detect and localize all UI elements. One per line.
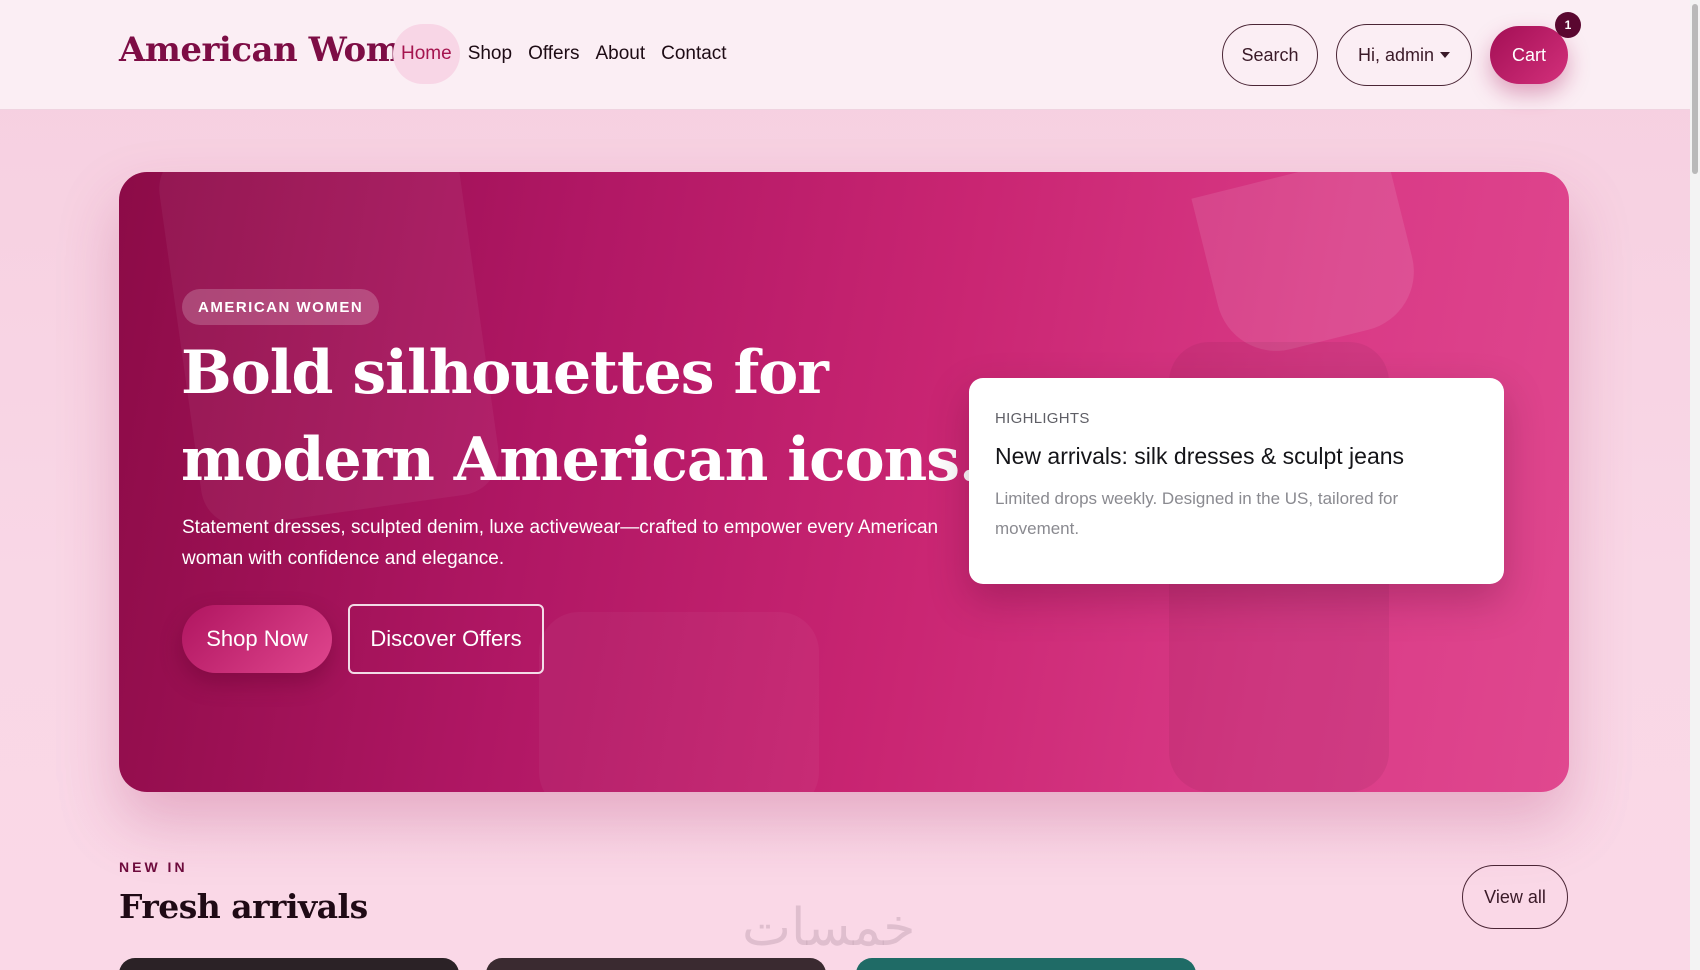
highlights-card: HIGHLIGHTS New arrivals: silk dresses & … — [969, 378, 1504, 584]
watermark: خمسات — [742, 898, 916, 958]
search-button-label: Search — [1241, 44, 1299, 65]
hero-banner: AMERICAN WOMEN Bold silhouettes for mode… — [119, 172, 1569, 792]
hero-background-figure — [539, 612, 819, 792]
product-card[interactable] — [486, 958, 826, 970]
highlights-title: New arrivals: silk dresses & sculpt jean… — [995, 443, 1405, 469]
hero-subtitle: Statement dresses, sculpted denim, luxe … — [182, 517, 939, 570]
shop-now-label: Shop Now — [206, 626, 308, 651]
product-card[interactable] — [119, 958, 459, 970]
hero-title: Bold silhouettes for modern American ico… — [181, 338, 980, 495]
user-menu-label: Hi, admin — [1357, 44, 1435, 65]
hero-background-figure — [1191, 172, 1427, 364]
cart-count-badge: 1 — [1555, 12, 1581, 38]
caret-down-icon — [1440, 52, 1451, 58]
cart-button-label: Cart — [1511, 44, 1546, 65]
hero-eyebrow-badge: AMERICAN WOMEN — [182, 289, 380, 325]
section-title: Fresh arrivals — [119, 887, 368, 926]
view-all-label: View all — [1484, 886, 1546, 907]
user-menu-button[interactable]: Hi, admin — [1336, 24, 1472, 86]
highlights-body: Limited drops weekly. Designed in the US… — [995, 489, 1399, 538]
nav-link-home[interactable]: Home — [393, 24, 460, 84]
shop-now-button[interactable]: Shop Now — [182, 605, 332, 673]
cart-button[interactable]: Cart — [1490, 26, 1568, 84]
scrollbar-thumb[interactable] — [1692, 4, 1698, 174]
highlights-label: HIGHLIGHTS — [995, 410, 1090, 427]
nav-link-shop[interactable]: Shop — [460, 24, 520, 84]
section-eyebrow: NEW IN — [119, 859, 188, 875]
search-button[interactable]: Search — [1222, 24, 1318, 86]
page: American Women Home Shop Offers About Co… — [0, 0, 1700, 970]
nav-link-contact[interactable]: Contact — [653, 24, 734, 84]
discover-offers-label: Discover Offers — [370, 626, 522, 651]
view-all-button[interactable]: View all — [1462, 865, 1568, 929]
product-card[interactable] — [856, 958, 1196, 970]
main-nav: Home Shop Offers About Contact — [393, 24, 735, 84]
top-navbar: American Women Home Shop Offers About Co… — [0, 0, 1690, 110]
discover-offers-button[interactable]: Discover Offers — [348, 604, 544, 674]
nav-link-offers[interactable]: Offers — [520, 24, 587, 84]
nav-link-about[interactable]: About — [587, 24, 653, 84]
